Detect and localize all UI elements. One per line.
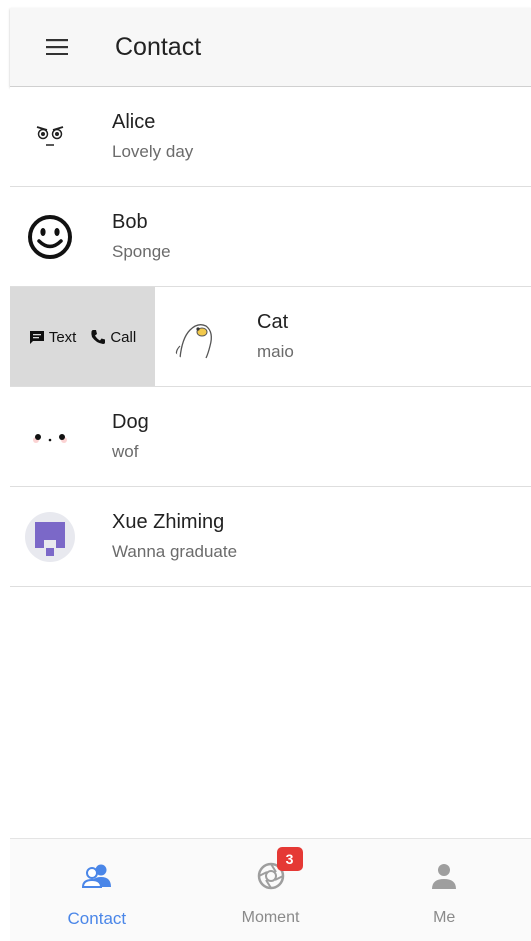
notification-badge: 3 (276, 847, 303, 871)
contact-row-xue-zhiming[interactable]: Xue Zhiming Wanna graduate (10, 487, 531, 587)
phone-icon (91, 330, 106, 344)
app-bar: Contact (10, 8, 531, 87)
tab-label: Moment (241, 909, 300, 926)
tab-contact[interactable]: Contact (10, 839, 184, 941)
text-button-label: Text (48, 328, 77, 346)
tab-me-icon-wrap (432, 861, 457, 891)
contact-list: Alice Lovely day Bob Sponge Text Call Ca… (10, 87, 531, 587)
contact-row-content[interactable]: Bob Sponge (10, 187, 531, 286)
text-button[interactable]: Text (29, 328, 77, 346)
grumpy-face-icon (36, 126, 64, 146)
avatar-alice (25, 112, 75, 162)
tab-label: Contact (67, 909, 127, 928)
penguin-sketch-icon (175, 324, 212, 359)
contact-row-content[interactable]: Cat maio (155, 287, 531, 386)
avatar-bob (25, 212, 75, 262)
contact-status: Lovely day (112, 142, 194, 161)
call-button-label: Call (110, 328, 137, 346)
contacts-icon (81, 864, 111, 888)
contact-name: Alice (112, 111, 156, 133)
page-title: Contact (115, 32, 202, 61)
tab-label: Me (433, 909, 456, 926)
avatar-xue-zhiming (25, 512, 75, 562)
tab-contact-icon-wrap (81, 861, 113, 891)
menu-button[interactable] (27, 17, 87, 77)
tab-me[interactable]: Me (357, 839, 531, 941)
contact-name: Dog (112, 411, 149, 433)
avatar-cat (170, 312, 220, 362)
contact-row-content[interactable]: Alice Lovely day (10, 87, 531, 186)
tab-moment-icon-wrap: 3 (257, 847, 303, 891)
person-icon (432, 864, 457, 889)
contact-status: maio (257, 342, 294, 361)
avatar-dog (25, 412, 75, 462)
bottom-navigation: Contact 3 Moment Me (10, 838, 531, 941)
contact-name: Xue Zhiming (112, 511, 225, 533)
contact-row-bob[interactable]: Bob Sponge (10, 187, 531, 287)
contact-status: wof (112, 442, 139, 461)
hamburger-menu-icon (46, 39, 68, 55)
contact-row-alice[interactable]: Alice Lovely day (10, 87, 531, 187)
contact-row-content[interactable]: Dog wof (10, 387, 531, 486)
contact-name: Bob (112, 211, 148, 233)
contact-status: Sponge (112, 242, 171, 261)
swipe-actions: Text Call (10, 287, 155, 386)
contact-row-cat[interactable]: Text Call Cat maio (10, 287, 531, 387)
contact-row-content[interactable]: Xue Zhiming Wanna graduate (10, 487, 531, 586)
dog-face-icon (33, 434, 67, 443)
smiley-face-icon (28, 215, 72, 259)
pixel-identicon-icon (35, 522, 65, 556)
tab-moment[interactable]: 3 Moment (184, 839, 358, 941)
contact-row-dog[interactable]: Dog wof (10, 387, 531, 487)
contact-status: Wanna graduate (112, 542, 238, 561)
contact-name: Cat (257, 311, 289, 333)
message-icon (29, 330, 44, 344)
call-button[interactable]: Call (90, 329, 136, 346)
